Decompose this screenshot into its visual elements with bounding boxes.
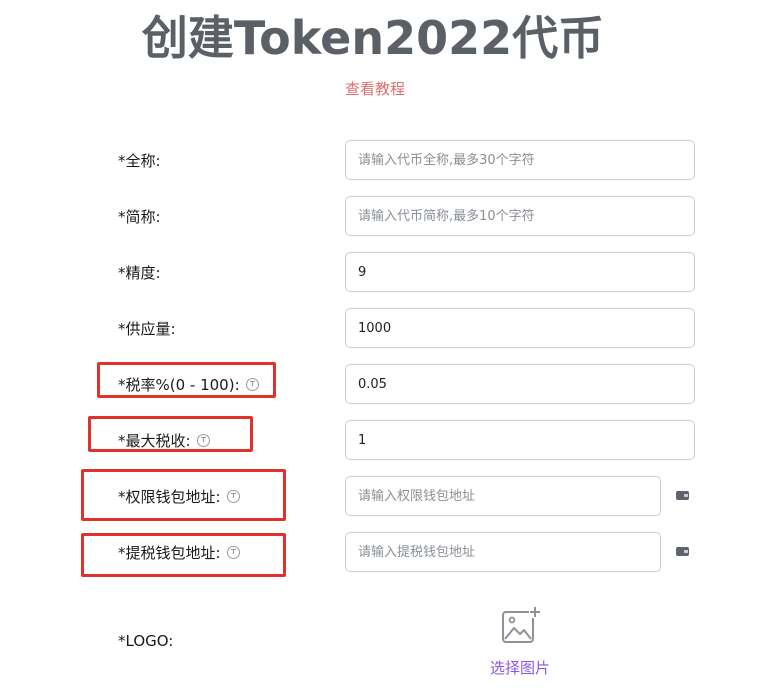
supply-label-text: *供应量: xyxy=(118,319,176,338)
help-circle-icon[interactable] xyxy=(196,433,210,447)
withdraw-wallet-label: *提税钱包地址: xyxy=(118,541,240,563)
short-name-label-text: *简称: xyxy=(118,207,161,226)
full-name-label: *全称: xyxy=(118,149,161,171)
create-token-page: 创建Token2022代币 查看教程 *全称: *简称: *精度: *供应量: … xyxy=(0,0,774,694)
select-image-button[interactable]: 选择图片 xyxy=(486,606,554,678)
supply-label: *供应量: xyxy=(118,317,176,339)
max-tax-label: *最大税收: xyxy=(118,429,210,451)
short-name-input[interactable] xyxy=(345,196,695,236)
tax-rate-label: *税率%(0 - 100): xyxy=(118,373,259,395)
supply-input[interactable] xyxy=(345,308,695,348)
tutorial-link[interactable]: 查看教程 xyxy=(0,78,750,99)
short-name-label: *简称: xyxy=(118,205,161,227)
withdraw-wallet-input[interactable] xyxy=(345,532,661,572)
authority-wallet-input[interactable] xyxy=(345,476,661,516)
help-circle-icon[interactable] xyxy=(226,489,240,503)
authority-wallet-label: *权限钱包地址: xyxy=(118,485,240,507)
page-title: 创建Token2022代币 xyxy=(141,11,605,65)
help-circle-icon[interactable] xyxy=(226,545,240,559)
select-image-label: 选择图片 xyxy=(489,659,550,677)
tax-rate-label-text: *税率%(0 - 100): xyxy=(118,375,240,394)
authority-wallet-label-text: *权限钱包地址: xyxy=(118,487,221,506)
logo-label: *LOGO: xyxy=(118,630,173,652)
wallet-icon[interactable] xyxy=(676,491,689,500)
precision-label: *精度: xyxy=(118,261,161,283)
withdraw-wallet-label-text: *提税钱包地址: xyxy=(118,543,221,562)
wallet-icon[interactable] xyxy=(676,547,689,556)
full-name-input[interactable] xyxy=(345,140,695,180)
full-name-label-text: *全称: xyxy=(118,151,161,170)
max-tax-input[interactable] xyxy=(345,420,695,460)
tax-rate-input[interactable] xyxy=(345,364,695,404)
help-circle-icon[interactable] xyxy=(245,377,259,391)
logo-label-text: *LOGO: xyxy=(118,632,174,650)
max-tax-label-text: *最大税收: xyxy=(118,431,191,450)
image-add-icon xyxy=(502,606,541,643)
precision-label-text: *精度: xyxy=(118,263,161,282)
precision-input[interactable] xyxy=(345,252,695,292)
